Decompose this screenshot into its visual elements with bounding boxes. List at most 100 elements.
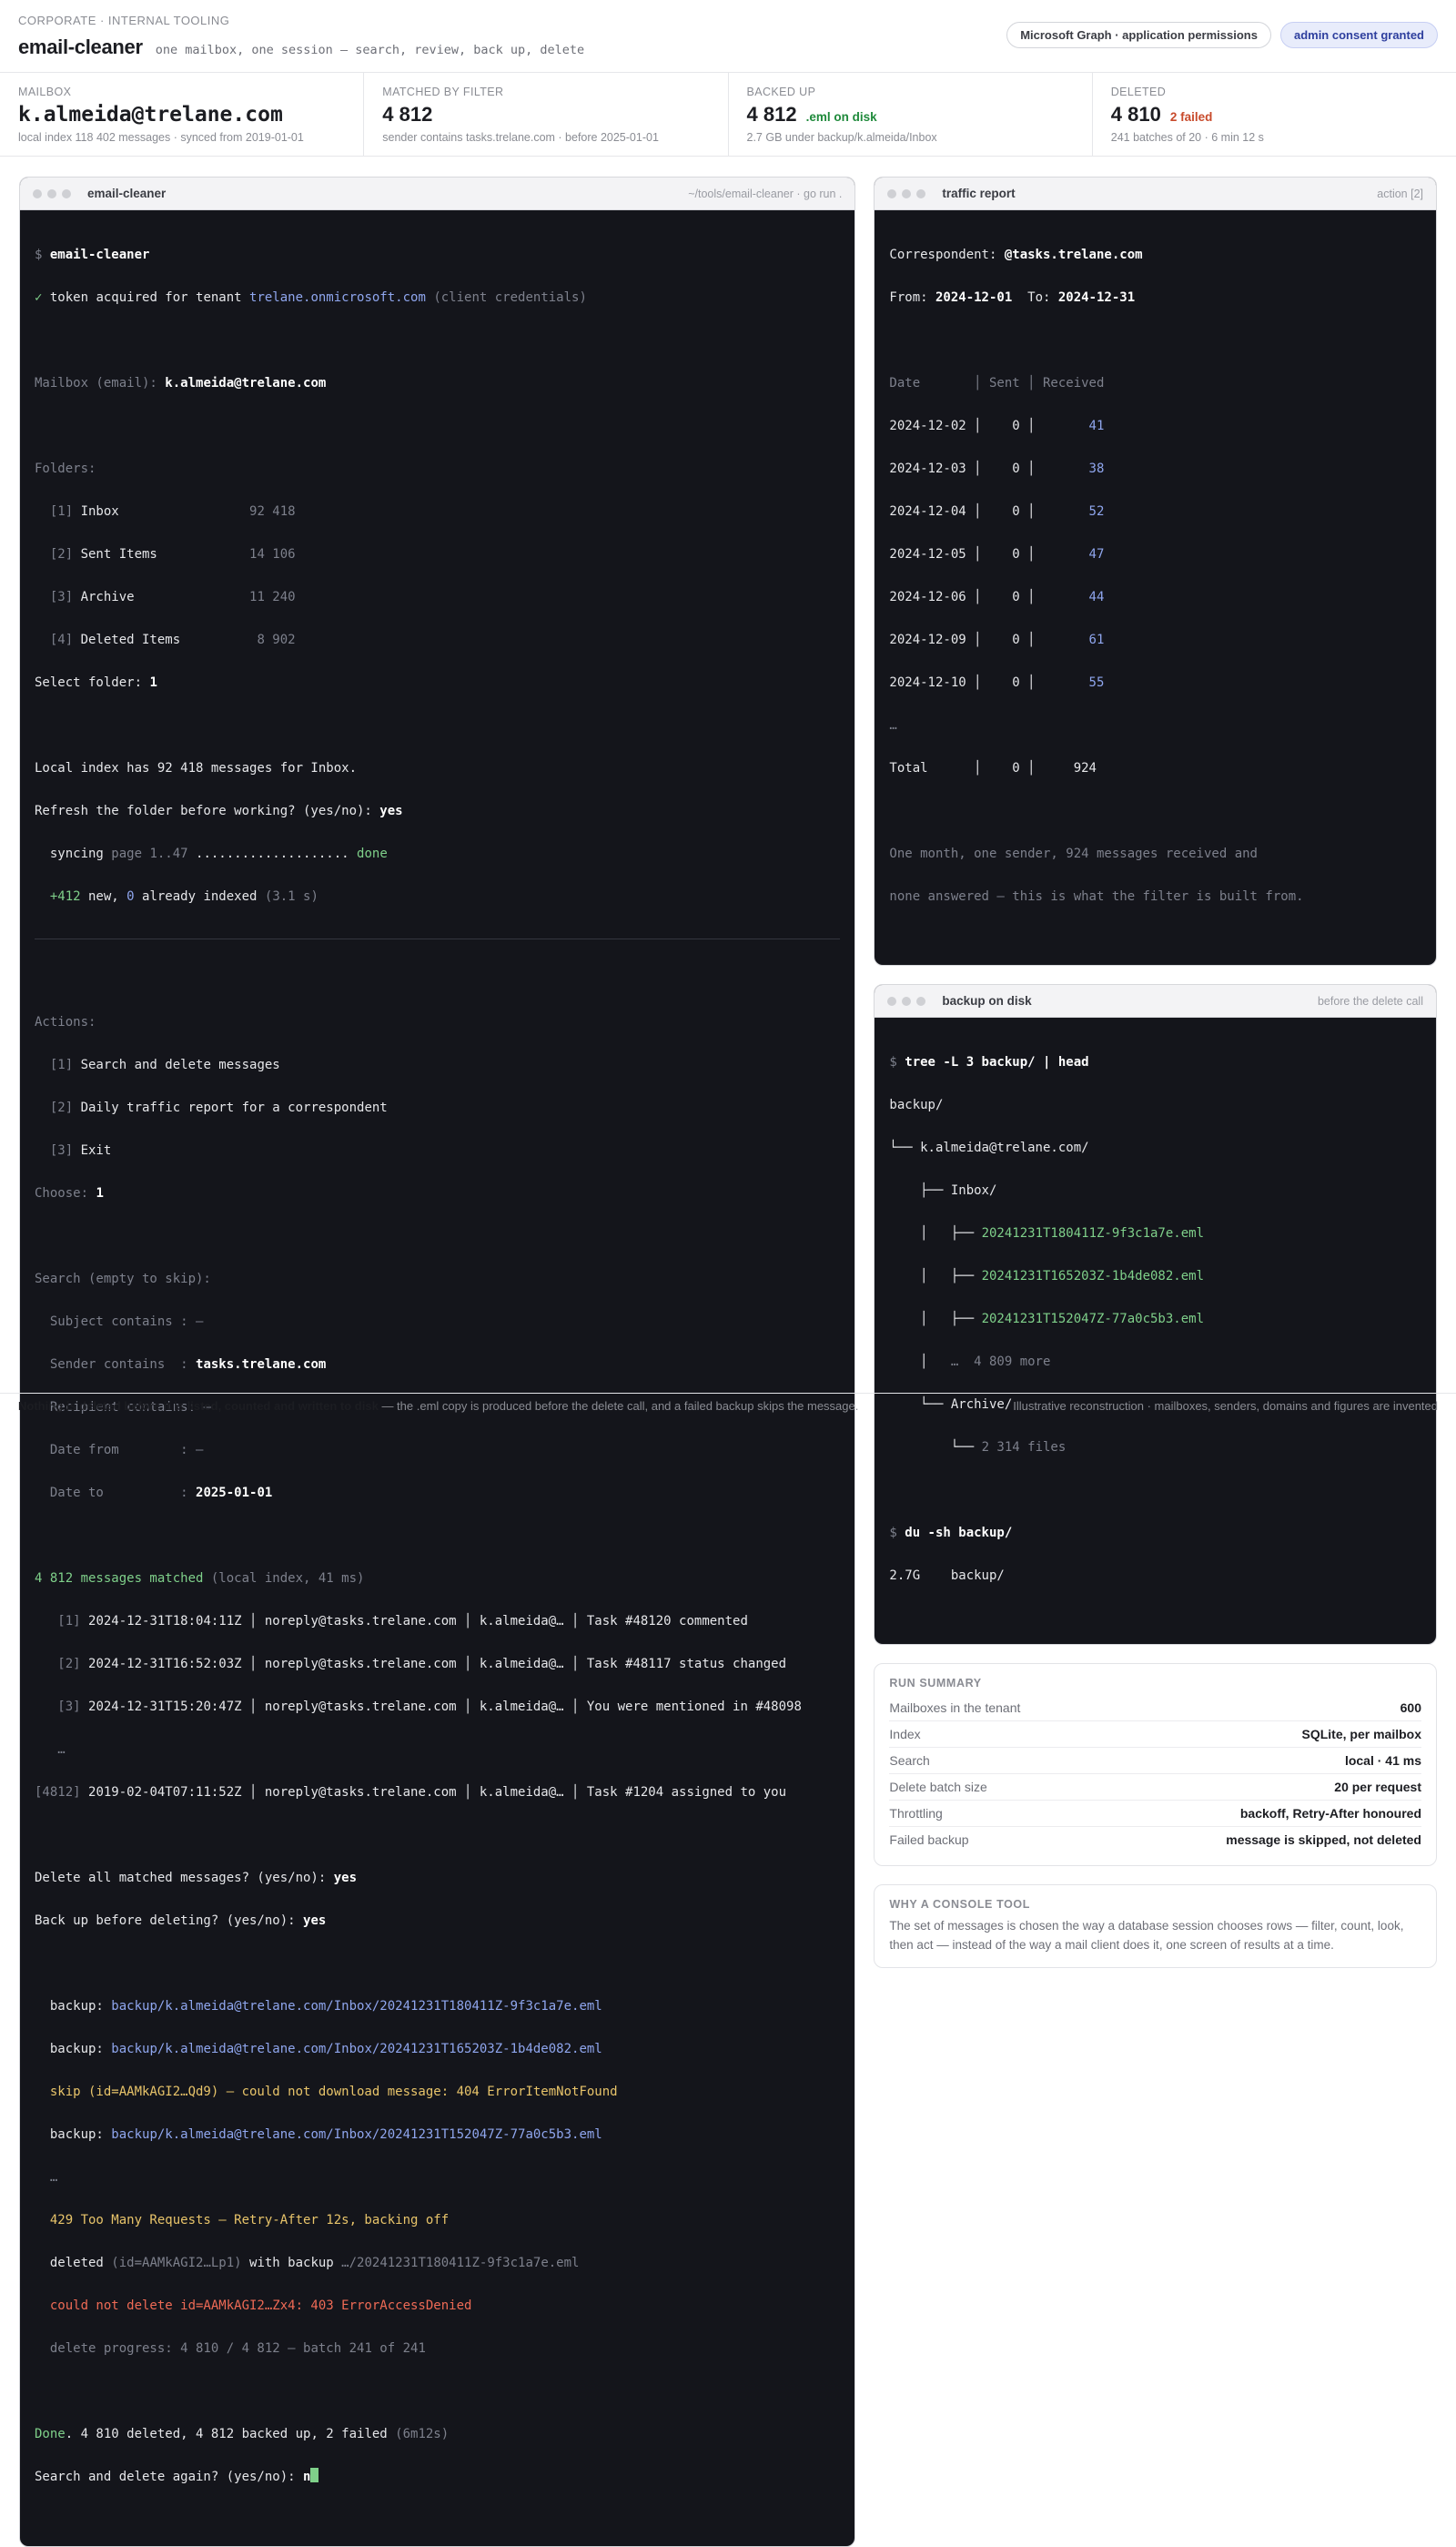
field-label: Date from : [35,1443,197,1457]
summary-value: SQLite, per mailbox [1301,1727,1421,1741]
folder-row: [4] Deleted Items 8 902 [35,630,840,652]
delete-input: yes [333,1871,358,1885]
permissions-badge: Microsoft Graph · application permission… [1006,22,1271,48]
table-row: 2024-12-10 │ 0 │ 55 [889,673,1421,695]
folder-name: Archive [80,589,250,604]
console-line: Delete all matched messages? (yes/no): y… [35,1868,840,1890]
done-text: . 4 810 deleted, 4 812 backed up, 2 fail… [65,2427,396,2441]
maximize-dot-icon[interactable] [62,188,71,198]
folder-count: 8 902 [249,632,296,647]
table-row: 2024-12-03 │ 0 │ 38 [889,459,1421,481]
from-label: From: [889,289,935,305]
matched-count: 4 812 messages matched [35,1571,204,1586]
done-word: Done [35,2427,66,2441]
maximize-dot-icon[interactable] [916,996,926,1006]
summary-key: Mailboxes in the tenant [889,1700,1021,1715]
minimize-dot-icon[interactable] [902,996,912,1006]
row-received: 38 [1042,461,1105,476]
action-label: Search and delete messages [80,1058,280,1072]
deleted-text: with backup [241,2256,342,2270]
stat-note: 2 failed [1169,110,1213,124]
table-header: Date │ Sent │ Received [889,375,1105,391]
again-prompt: Search and delete again? (yes/no): [35,2470,304,2484]
traffic-title: traffic report [942,187,1016,200]
row-received: 52 [1042,503,1105,519]
row-date: 2024-12-10 │ 0 │ [889,675,1043,690]
tree-line: backup/ [889,1097,944,1112]
refresh-input: yes [379,803,403,818]
console-line: $ email-cleaner [35,245,840,267]
traffic-window[interactable]: traffic report action [2] Correspondent:… [874,177,1437,966]
action-label: Exit [80,1143,112,1158]
traffic-action: action [2] [1377,187,1423,200]
summary-value: 600 [1400,1700,1421,1715]
title-row: email-cleaner one mailbox, one session —… [18,36,584,59]
stat-matched: MATCHED BY FILTER 4 812 sender contains … [364,73,729,156]
sync-dots: .................... [187,846,358,861]
console-line: Choose: 1 [35,1183,840,1205]
backup-label: backup: [35,2042,112,2056]
close-dot-icon[interactable] [33,188,42,198]
summary-row: Failed backup message is skipped, not del… [889,1827,1421,1852]
stat-value: k.almeida@trelane.com [18,103,283,127]
console-window[interactable]: email-cleaner ~/tools/email-cleaner · go… [19,177,856,2547]
page-header: CORPORATE · INTERNAL TOOLING email-clean… [0,0,1456,73]
folder-row: [2] Sent Items 14 106 [35,544,840,566]
summary-key: Failed backup [889,1832,969,1847]
eyebrow: CORPORATE · INTERNAL TOOLING [18,13,230,27]
tree-more: │ … 4 809 more [889,1352,1421,1374]
maximize-dot-icon[interactable] [916,188,926,198]
stat-number: 4 810 [1110,103,1161,126]
minimize-dot-icon[interactable] [902,188,912,198]
search-field: Date from : — [35,1440,840,1462]
folder-row: [3] Archive 11 240 [35,587,840,609]
console-line: Back up before deleting? (yes/no): yes [35,1911,840,1933]
correspondent-label: Correspondent: [889,247,1005,262]
stat-value: 4 810 2 failed [1111,103,1438,127]
consent-badge: admin consent granted [1279,22,1438,48]
result-row: [4812] 2019-02-04T07:11:52Z │ noreply@ta… [35,1782,840,1804]
again-input[interactable]: n [303,2470,310,2484]
progress-label: delete progress: 4 810 / 4 812 [35,2341,288,2356]
from-value: 2024-12-01 [935,289,1013,305]
result-text: 2024-12-31T18:04:11Z │ noreply@tasks.tre… [88,1614,748,1629]
tree-file: │ ├── 20241231T152047Z-77a0c5b3.eml [889,1309,1421,1331]
folder-index: [2] [35,546,81,562]
action-row: [3] Exit [35,1141,840,1162]
minimize-dot-icon[interactable] [47,188,56,198]
index-line: Local index has 92 418 messages for Inbo… [35,760,358,776]
row-date: 2024-12-04 │ 0 │ [889,503,1043,519]
console-line: $ tree -L 3 backup/ | head [889,1052,1421,1074]
refresh-prompt: Refresh the folder before working? (yes/… [35,803,380,818]
done-line: Done. 4 810 deleted, 4 812 backed up, 2 … [35,2424,840,2446]
traffic-output[interactable]: Correspondent: @tasks.trelane.com From: … [875,210,1436,965]
close-dot-icon[interactable] [887,188,897,198]
tree-line: └── k.almeida@trelane.com/ [889,1140,1089,1155]
stat-sub: 2.7 GB under backup/k.almeida/Inbox [746,131,937,144]
backup-output[interactable]: $ tree -L 3 backup/ | head backup/ └── k… [875,1018,1436,1644]
command-text: email-cleaner [49,247,150,262]
stat-label: MATCHED BY FILTER [382,86,504,98]
window-controls [887,188,926,198]
stat-deleted: DELETED 4 810 2 failed 241 batches of 20 … [1093,73,1456,156]
backup-title: backup on disk [942,994,1032,1008]
file-name: 20241231T152047Z-77a0c5b3.eml [981,1311,1204,1326]
backup-window[interactable]: backup on disk before the delete call $ … [874,984,1437,1645]
indexed-count: 0 [126,888,135,904]
backup-titlebar: backup on disk before the delete call [875,985,1436,1018]
mailbox-input: k.almeida@trelane.com [165,375,327,391]
field-value: 2025-01-01 [196,1486,273,1500]
console-line: From: 2024-12-01 To: 2024-12-31 [889,288,1421,309]
du-output: 2.7G backup/ [889,1568,1005,1583]
console-line: $ du -sh backup/ [889,1523,1421,1545]
folder-count: 11 240 [249,589,296,604]
field-label: Date to : [35,1486,197,1500]
console-output[interactable]: $ email-cleaner ✓ token acquired for ten… [20,210,854,2546]
actions-heading: Actions: [35,1015,96,1030]
result-row: [3] 2024-12-31T15:20:47Z │ noreply@tasks… [35,1697,840,1719]
close-dot-icon[interactable] [887,996,897,1006]
